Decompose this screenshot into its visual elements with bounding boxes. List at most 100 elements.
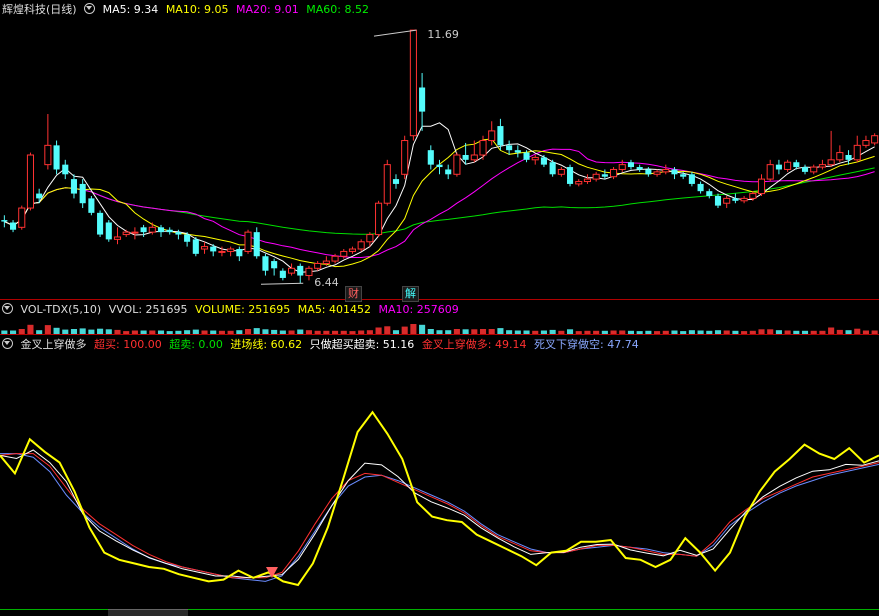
candle-body [723,197,731,204]
candle-body [488,130,496,142]
candle [157,224,165,237]
kline-header: 辉煌科技(日线) MA5: 9.34 MA10: 9.05 MA20: 9.01… [2,2,373,18]
indicator-menu-icon[interactable] [2,338,13,349]
candle-body [453,154,461,175]
candle [836,145,844,163]
volume-bar [401,326,408,334]
candle [757,174,766,196]
candle-body [140,227,147,233]
candle [36,188,43,204]
candle-body [601,174,608,177]
golden-cross-line [0,453,879,579]
candle [271,258,278,276]
candle [166,227,173,235]
candle [549,159,556,177]
candle [723,195,731,209]
candle-body [627,162,635,168]
volume-bar [384,326,391,334]
candle-body [775,164,782,170]
candle-body [714,195,722,206]
candle [645,167,652,177]
candle [784,159,792,172]
candle [1,215,8,228]
oversold-readout: 超卖: 0.00 [169,338,223,351]
time-axis[interactable] [0,606,879,616]
stock-title: 辉煌科技(日线) [2,3,77,16]
candle [348,246,357,254]
candle-body [688,174,695,184]
candle-body [288,267,296,274]
candle-body [531,156,539,161]
candle [740,195,748,204]
candle-body [766,164,774,180]
candle-body [592,173,600,180]
candlestick-chart[interactable] [0,0,879,300]
candle [105,220,112,242]
candle [383,159,391,206]
indicator-pane[interactable]: 金叉上穿做多 超买: 100.00 超卖: 0.00 进场线: 60.62 只做… [0,335,879,615]
candle [818,159,826,170]
candle [714,193,722,209]
candle-body [566,167,574,184]
candle [662,164,670,175]
candle-body [470,154,478,161]
candle-body [175,232,182,235]
candle-body [122,231,130,236]
volume-bar [27,324,34,334]
candle-body [1,220,8,222]
financial-report-tag[interactable]: 财 [345,286,362,302]
kline-chart-pane[interactable]: 辉煌科技(日线) MA5: 9.34 MA10: 9.05 MA20: 9.01… [0,0,879,302]
candle [845,150,852,165]
candle [244,229,252,254]
candle [653,169,661,177]
candle-body [62,164,69,175]
candle [314,261,322,271]
candle [279,268,286,281]
indicator-chart[interactable] [0,335,879,615]
candle-body [70,179,78,194]
candle-body [514,150,521,153]
candle-body [427,150,434,165]
candle-body [479,140,487,156]
candle-body [192,239,199,254]
volume-pane[interactable]: VOL-TDX(5,10) VVOL: 251695 VOLUME: 25169… [0,300,879,335]
candle-body [610,168,618,178]
candle-body [853,144,861,161]
entry-line-readout: 进场线: 60.62 [230,338,303,351]
unlock-tag[interactable]: 解 [402,286,419,302]
candle-body [97,212,104,235]
candle [18,205,26,230]
indicator-menu-icon[interactable] [84,3,96,14]
candle-body [636,167,643,170]
candle [583,174,591,184]
candle [470,140,478,163]
candle-body [331,255,339,262]
candle [514,145,521,158]
candle [227,246,235,257]
candle [575,179,583,187]
candle-body [166,229,173,233]
candle [419,73,426,131]
candle-body [53,145,60,170]
candle-body [740,197,748,202]
candle-body [366,234,374,243]
candle-body [88,198,95,213]
candle [618,159,626,172]
candle-body [436,164,443,168]
vol-menu-icon[interactable] [2,303,13,314]
vol-ma5-readout: MA5: 401452 [297,303,372,316]
candle-body [375,202,383,236]
candle [540,155,547,168]
candle [62,159,69,180]
candle [445,164,452,180]
candle [557,167,565,177]
candle-body [540,157,547,165]
low-pointer [260,282,304,285]
candle [827,130,835,168]
candle-body [200,246,209,250]
candle [697,181,704,194]
candle-body [662,168,670,173]
indicator-header: 金叉上穿做多 超买: 100.00 超卖: 0.00 进场线: 60.62 只做… [2,337,643,353]
candle-body [523,152,530,160]
candle-body [305,267,313,277]
